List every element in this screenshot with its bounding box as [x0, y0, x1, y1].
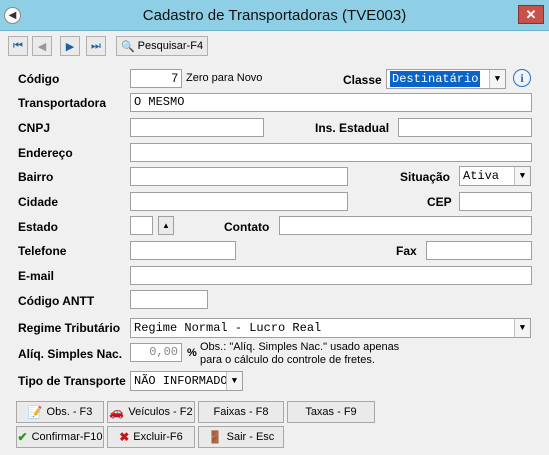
regime-label: Regime Tributário: [18, 321, 121, 335]
excluir-button[interactable]: ✖ Excluir-F6: [107, 426, 195, 448]
cidade-input[interactable]: [130, 192, 348, 211]
cidade-label: Cidade: [18, 195, 59, 209]
obs-button-label: Obs. - F3: [46, 406, 93, 418]
estado-spin-up-icon[interactable]: ▲: [158, 216, 174, 235]
cep-input[interactable]: [459, 192, 532, 211]
cnpj-label: CNPJ: [18, 121, 51, 135]
transportadora-input[interactable]: O MESMO: [130, 93, 532, 112]
transportadora-label: Transportadora: [18, 96, 107, 110]
codigo-label: Código: [18, 72, 60, 86]
classe-select[interactable]: Destinatário ▼: [386, 69, 506, 89]
chevron-down-icon: ▼: [514, 319, 530, 337]
contato-input[interactable]: [279, 216, 532, 235]
situacao-selected-value: Ativa: [463, 169, 500, 183]
antt-label: Código ANTT: [18, 294, 95, 308]
regime-selected-value: Regime Normal - Lucro Real: [134, 321, 322, 335]
situacao-select[interactable]: Ativa ▼: [459, 166, 531, 186]
info-icon[interactable]: i: [513, 69, 531, 87]
tipo-transporte-selected-value: NÃO INFORMADO: [134, 374, 228, 388]
ins-estadual-input[interactable]: [398, 118, 532, 137]
chevron-down-icon: ▼: [489, 70, 505, 88]
aliq-input[interactable]: 0,00: [130, 343, 182, 362]
fax-label: Fax: [396, 244, 417, 258]
cep-label: CEP: [427, 195, 452, 209]
delete-x-icon: ✖: [119, 430, 130, 444]
veiculos-button[interactable]: 🚗 Veículos - F2: [107, 401, 195, 423]
telefone-label: Telefone: [18, 244, 67, 258]
ins-estadual-label: Ins. Estadual: [315, 121, 390, 135]
search-icon: 🔍: [120, 40, 135, 53]
title-bar: ◀ Cadastro de Transportadoras (TVE003) ✕: [0, 0, 549, 31]
chevron-down-icon: ▼: [514, 167, 530, 185]
sair-button[interactable]: 🚪 Sair - Esc: [198, 426, 284, 448]
car-icon: 🚗: [109, 405, 125, 419]
faixas-button[interactable]: Faixas - F8: [198, 401, 284, 423]
window-title: Cadastro de Transportadoras (TVE003): [142, 7, 407, 24]
checkmark-icon: ✔: [17, 430, 28, 444]
sair-button-label: Sair - Esc: [226, 431, 275, 443]
confirmar-button[interactable]: ✔ Confirmar-F10: [16, 426, 104, 448]
codigo-input[interactable]: 7: [130, 69, 182, 88]
aliq-label: Alíq. Simples Nac.: [18, 347, 123, 361]
faixas-button-label: Faixas - F8: [213, 406, 269, 418]
previous-record-icon[interactable]: ◀: [32, 36, 52, 56]
classe-selected-value: Destinatário: [390, 71, 481, 87]
email-label: E-mail: [18, 269, 55, 283]
classe-label: Classe: [343, 73, 382, 87]
codigo-hint: Zero para Novo: [186, 72, 263, 84]
tipo-transporte-label: Tipo de Transporte: [18, 374, 126, 388]
bairro-label: Bairro: [18, 170, 54, 184]
tipo-transporte-select[interactable]: NÃO INFORMADO ▼: [130, 371, 243, 391]
regime-select[interactable]: Regime Normal - Lucro Real ▼: [130, 318, 531, 338]
contato-label: Contato: [224, 220, 270, 234]
cnpj-input[interactable]: [130, 118, 264, 137]
situacao-label: Situação: [400, 170, 451, 184]
aliq-note-line2: para o cálculo do controle de fretes.: [200, 354, 375, 366]
close-button[interactable]: ✕: [518, 5, 544, 24]
aliq-note-line1: Obs.: "Alíq. Simples Nac." usado apenas: [200, 341, 400, 353]
taxas-button-label: Taxas - F9: [305, 406, 357, 418]
search-button-label: Pesquisar-F4: [137, 40, 204, 52]
endereco-input[interactable]: [130, 143, 532, 162]
notes-icon: 📝: [27, 405, 43, 419]
bairro-input[interactable]: [130, 167, 348, 186]
chevron-down-icon: ▼: [226, 372, 242, 390]
fax-input[interactable]: [426, 241, 532, 260]
telefone-input[interactable]: [130, 241, 236, 260]
exit-door-icon: 🚪: [207, 430, 223, 444]
confirmar-button-label: Confirmar-F10: [31, 431, 103, 443]
search-button[interactable]: 🔍 Pesquisar-F4: [116, 36, 208, 56]
estado-label: Estado: [18, 220, 59, 234]
estado-input[interactable]: [130, 216, 153, 235]
endereco-label: Endereço: [18, 146, 73, 160]
aliq-unit: %: [187, 347, 197, 359]
email-input[interactable]: [130, 266, 532, 285]
first-record-icon[interactable]: ⏮: [8, 36, 28, 56]
obs-button[interactable]: 📝 Obs. - F3: [16, 401, 104, 423]
antt-input[interactable]: [130, 290, 208, 309]
excluir-button-label: Excluir-F6: [133, 431, 183, 443]
last-record-icon[interactable]: ⏭: [86, 36, 106, 56]
veiculos-button-label: Veículos - F2: [128, 406, 193, 418]
next-record-icon[interactable]: ▶: [60, 36, 80, 56]
taxas-button[interactable]: Taxas - F9: [287, 401, 375, 423]
